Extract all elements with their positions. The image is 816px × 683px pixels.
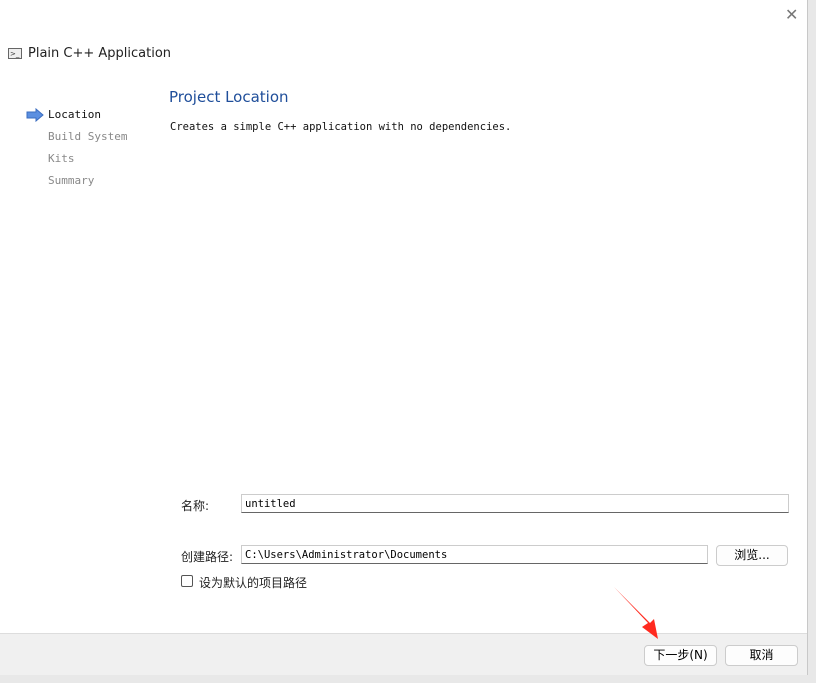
name-label: 名称: — [181, 499, 210, 513]
path-label: 创建路径: — [181, 550, 234, 564]
wizard-steps: Location Build System Kits Summary — [26, 104, 127, 192]
next-button[interactable]: 下一步(N) — [644, 645, 717, 666]
window-title-text: Plain C++ Application — [28, 46, 172, 61]
path-input[interactable]: C:\Users\Administrator\Documents — [241, 545, 708, 564]
terminal-icon: >_ — [8, 48, 22, 59]
default-path-checkbox[interactable] — [181, 575, 193, 587]
page-description: Creates a simple C++ application with no… — [170, 121, 512, 133]
step-label: Location — [48, 108, 101, 121]
annotation-arrow-icon — [614, 587, 658, 639]
default-path-label: 设为默认的项目路径 — [199, 576, 308, 590]
step-label: Summary — [48, 174, 95, 187]
step-label: Kits — [48, 152, 75, 165]
cancel-button[interactable]: 取消 — [725, 645, 798, 666]
step-kits: Kits — [26, 148, 127, 170]
step-build-system: Build System — [26, 126, 127, 148]
footer-bar: 下一步(N) 取消 — [0, 633, 807, 675]
current-step-arrow-icon — [26, 108, 44, 122]
step-location: Location — [26, 104, 127, 126]
close-icon[interactable]: ✕ — [785, 5, 798, 24]
name-input[interactable]: untitled — [241, 494, 789, 513]
step-summary: Summary — [26, 170, 127, 192]
step-label: Build System — [48, 130, 128, 143]
wizard-window: ✕ >_ Plain C++ Application Location Buil… — [0, 0, 808, 675]
window-title: >_ Plain C++ Application — [8, 46, 171, 61]
browse-button[interactable]: 浏览... — [716, 545, 788, 566]
page-title: Project Location — [169, 88, 289, 106]
